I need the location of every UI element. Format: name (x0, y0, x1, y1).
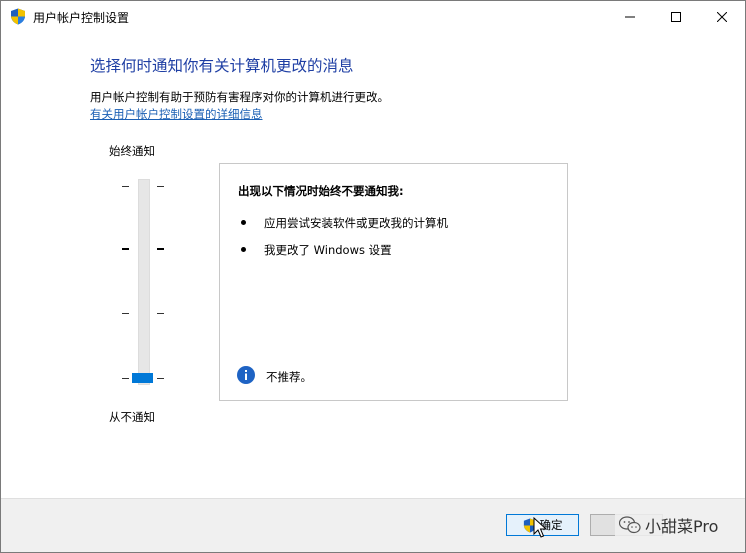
wechat-icon (619, 516, 641, 534)
mouse-cursor-icon (533, 516, 548, 543)
window-title: 用户帐户控制设置 (33, 11, 130, 25)
slider-track[interactable] (138, 179, 150, 385)
recommendation-note: 不推荐。 (266, 370, 312, 384)
watermark: 小甜菜Pro (615, 510, 723, 540)
slider-thumb[interactable] (132, 373, 153, 383)
list-item: 我更改了 Windows 设置 (264, 243, 392, 257)
slider-tick (122, 378, 129, 379)
slider-top-label: 始终通知 (109, 144, 155, 158)
title-bar[interactable]: 用户帐户控制设置 (1, 1, 745, 32)
slider-bottom-label: 从不通知 (109, 410, 155, 424)
uac-shield-icon (10, 8, 26, 25)
uac-settings-window: 用户帐户控制设置 选择何时通知你有关计算机更改的消息 用户帐户控制有助于预防有害… (0, 0, 746, 553)
maximize-icon (671, 11, 681, 22)
details-link[interactable]: 有关用户帐户控制设置的详细信息 (90, 106, 263, 122)
slider-tick (122, 186, 129, 187)
info-icon (237, 366, 255, 384)
minimize-icon (625, 16, 635, 17)
description-panel: 出现以下情况时始终不要通知我: 应用尝试安装软件或更改我的计算机 我更改了 Wi… (219, 163, 568, 401)
minimize-button[interactable] (607, 1, 653, 32)
slider-tick (157, 313, 164, 314)
close-icon (717, 11, 727, 22)
bullet-icon (241, 220, 246, 225)
close-button[interactable] (699, 1, 745, 32)
panel-title: 出现以下情况时始终不要通知我: (238, 184, 404, 198)
list-item: 应用尝试安装软件或更改我的计算机 (264, 216, 448, 230)
page-heading: 选择何时通知你有关计算机更改的消息 (90, 57, 354, 75)
maximize-button[interactable] (653, 1, 699, 32)
slider-tick (157, 248, 164, 250)
slider-tick (122, 248, 129, 250)
watermark-text: 小甜菜Pro (645, 517, 719, 536)
description-text: 用户帐户控制有助于预防有害程序对你的计算机进行更改。 (90, 90, 389, 104)
slider-tick (157, 378, 164, 379)
slider-tick (157, 186, 164, 187)
bullet-icon (241, 247, 246, 252)
slider-tick (122, 313, 129, 314)
